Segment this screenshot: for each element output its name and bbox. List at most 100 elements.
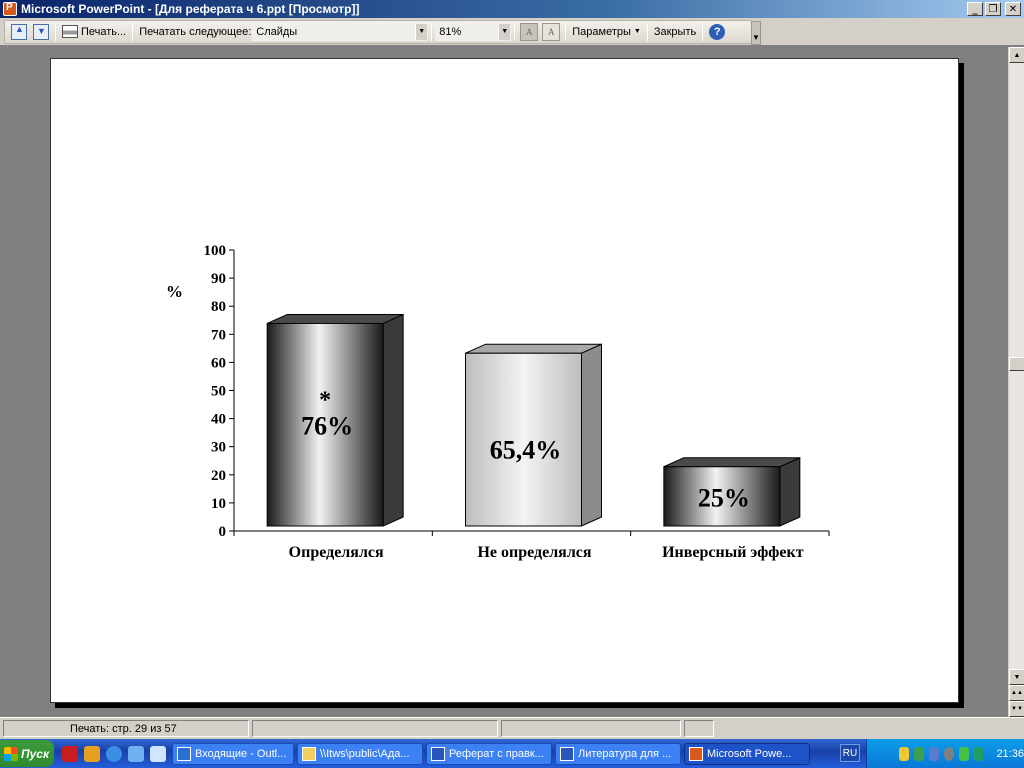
next-page-icon <box>33 23 49 40</box>
y-tick-label: 90 <box>211 271 226 287</box>
options-button[interactable]: Параметры ▼ <box>569 22 644 42</box>
toolbar-separator <box>646 22 648 41</box>
minimize-button[interactable]: _ <box>967 2 983 16</box>
next-slide-button[interactable]: ▼▼ <box>1009 701 1024 717</box>
toolbar-separator <box>55 22 56 41</box>
preview-pane: 0 10 20 30 40 50 60 70 80 90 100% 76% Определялся 65,… <box>0 47 1008 717</box>
status-panel-4 <box>684 720 714 737</box>
opera-icon[interactable] <box>62 745 78 762</box>
folder-icon <box>302 746 316 761</box>
next-page-button[interactable] <box>30 22 52 42</box>
scroll-thumb[interactable] <box>1009 357 1024 371</box>
previous-page-icon <box>11 23 27 40</box>
status-bar: Печать: стр. 29 из 57 <box>0 717 1024 739</box>
show-desktop-icon[interactable] <box>150 745 166 762</box>
print-label: Печать... <box>81 25 127 38</box>
previous-page-button[interactable] <box>8 22 30 42</box>
chevron-down-icon[interactable]: ▼ <box>498 23 511 40</box>
y-tick-label: 70 <box>211 327 226 343</box>
toolbar-separator <box>132 22 134 41</box>
bar-chart: 0 10 20 30 40 50 60 70 80 90 100% 76% Определялся 65,… <box>166 243 830 561</box>
y-tick-label: 20 <box>211 468 226 484</box>
print-what-select[interactable]: Слайды ▼ <box>252 22 429 41</box>
taskbar-item-folder[interactable]: \\Itws\public\Ада... <box>297 742 423 765</box>
bar-top <box>465 343 602 354</box>
x-tick-label: Не определялся <box>477 544 591 561</box>
scroll-down-button[interactable]: ▼ <box>1009 669 1024 685</box>
y-axis-label: % <box>166 282 183 301</box>
previous-slide-button[interactable]: ▲▲ <box>1009 685 1024 701</box>
language-indicator[interactable]: RU <box>840 744 860 762</box>
y-tick-label: 60 <box>211 355 226 371</box>
powerpoint-icon[interactable] <box>3 2 17 16</box>
x-tick-label: Определялся <box>289 544 384 561</box>
y-tick-label: 10 <box>211 496 226 512</box>
help-icon: ? <box>709 23 726 40</box>
close-preview-button[interactable]: Закрыть <box>651 22 699 42</box>
taskbar-item-word-literature[interactable]: Литература для ... <box>555 742 681 765</box>
printer-icon <box>62 25 78 38</box>
bar-top <box>266 313 404 324</box>
black-white-icon: A <box>548 26 555 37</box>
messenger-icon[interactable] <box>958 746 969 761</box>
taskbar-item-outlook[interactable]: Входящие - Outl... <box>172 742 294 765</box>
system-tray: 21:36 <box>866 739 1024 768</box>
volume-icon[interactable] <box>943 746 954 761</box>
print-what-value: Слайды <box>256 25 298 38</box>
vertical-scrollbar[interactable]: ▲ ▼ ▲▲ ▼▼ <box>1008 47 1024 717</box>
y-tick-label: 80 <box>211 299 226 315</box>
security-icon[interactable] <box>899 746 909 761</box>
toolbar-separator <box>702 22 704 41</box>
status-panel-2 <box>252 720 498 737</box>
network-icon[interactable] <box>913 746 924 761</box>
clock: 21:36 <box>996 747 1024 760</box>
significance-annotation: * <box>319 387 331 413</box>
network-icon[interactable] <box>928 746 939 761</box>
y-tick-label: 100 <box>204 243 227 259</box>
arrow-up-icon: ▲ <box>1013 51 1021 59</box>
chevron-down-icon: ▼ <box>633 28 641 35</box>
y-tick-label: 0 <box>219 524 227 540</box>
grayscale-toggle[interactable]: A <box>520 22 539 41</box>
quick-launch <box>62 745 166 762</box>
windows-logo-icon <box>4 746 18 761</box>
chevron-down-icon[interactable]: ▼ <box>415 23 428 40</box>
y-tick-label: 30 <box>211 440 226 456</box>
arrow-down-icon: ▼ <box>1013 673 1021 681</box>
powerpoint-icon <box>689 746 703 761</box>
bar-side <box>581 343 602 527</box>
data-label: 65,4% <box>490 435 562 464</box>
zoom-select[interactable]: 81% ▼ <box>435 22 512 41</box>
toolbar-separator <box>514 22 516 41</box>
task-label: Литература для ... <box>578 747 672 760</box>
x-tick-label: Инверсный эффект <box>662 544 804 561</box>
toolbar-options-chevron-icon[interactable]: ▼ <box>751 20 761 45</box>
start-label: Пуск <box>21 746 50 761</box>
print-button[interactable]: Печать... <box>59 22 129 42</box>
scroll-up-button[interactable]: ▲ <box>1009 47 1024 63</box>
taskbar-item-word-report[interactable]: Реферат с правк... <box>426 742 552 765</box>
window-title: Microsoft PowerPoint - [Для реферата ч 6… <box>21 2 360 16</box>
grayscale-icon: A <box>526 26 533 37</box>
slide-page: 0 10 20 30 40 50 60 70 80 90 100% 76% Определялся 65,… <box>50 58 959 703</box>
outlook-express-icon[interactable] <box>128 745 144 762</box>
pure-black-white-toggle[interactable]: A <box>542 22 561 41</box>
close-window-button[interactable]: ✕ <box>1005 2 1021 16</box>
double-down-icon: ▼▼ <box>1011 706 1023 712</box>
y-tick-label: 40 <box>211 412 226 428</box>
data-label: 76% <box>301 412 353 441</box>
bar-top <box>663 457 801 468</box>
task-label: Microsoft Powe... <box>707 747 792 760</box>
antivirus-icon[interactable] <box>973 746 984 761</box>
taskbar-item-powerpoint[interactable]: Microsoft Powe... <box>684 742 810 765</box>
start-button[interactable]: Пуск <box>0 740 54 767</box>
task-label: Реферат с правк... <box>449 747 544 760</box>
data-label: 25% <box>698 483 750 512</box>
page-status: Печать: стр. 29 из 57 <box>3 720 249 737</box>
app-icon[interactable] <box>84 745 100 762</box>
help-button[interactable]: ? <box>706 22 728 42</box>
internet-explorer-icon[interactable] <box>106 745 122 762</box>
bar-side <box>779 456 801 527</box>
restore-button[interactable]: ❐ <box>985 2 1001 16</box>
task-label: Входящие - Outl... <box>195 747 287 760</box>
